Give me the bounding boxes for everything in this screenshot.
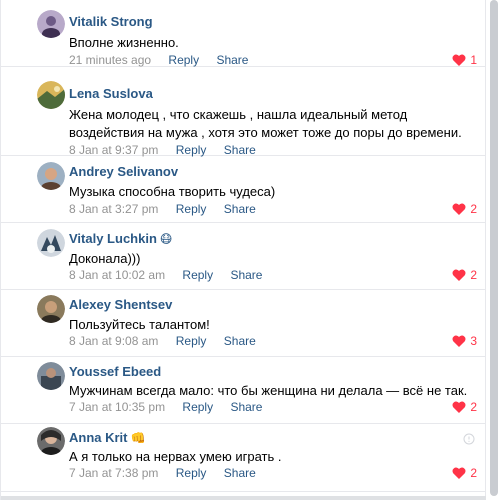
heart-icon <box>452 467 466 479</box>
like-button[interactable]: 1 <box>452 53 477 67</box>
mask-emoji: 😷 <box>159 232 173 246</box>
avatar[interactable] <box>37 10 65 38</box>
reply-button[interactable]: Reply <box>182 268 213 282</box>
comment-meta: 8 Jan at 10:02 am Reply Share <box>69 268 262 282</box>
heart-icon <box>452 335 466 347</box>
comment-item: Andrey Selivanov Музыка способна творить… <box>1 156 487 223</box>
comment-date[interactable]: 8 Jan at 3:27 pm <box>69 202 158 216</box>
scrollbar-thumb[interactable] <box>490 0 498 496</box>
comment-date[interactable]: 8 Jan at 9:08 am <box>69 334 158 348</box>
like-button[interactable]: 2 <box>452 202 477 216</box>
reply-button[interactable]: Reply <box>176 202 207 216</box>
reply-button[interactable]: Reply <box>176 466 207 480</box>
like-count: 3 <box>470 334 477 348</box>
comment-date[interactable]: 7 Jan at 10:35 pm <box>69 400 165 414</box>
comment-item: Anna Krit 👊 А я только на нервах умею игр… <box>1 424 487 492</box>
comment-date[interactable]: 7 Jan at 7:38 pm <box>69 466 158 480</box>
like-button[interactable]: 2 <box>452 400 477 414</box>
heart-icon <box>452 401 466 413</box>
share-button[interactable]: Share <box>230 400 262 414</box>
comment-author[interactable]: Vitaly Luchkin 😷 <box>69 231 172 246</box>
comment-text: Пользуйтесь талантом! <box>69 317 210 332</box>
share-button[interactable]: Share <box>224 143 256 157</box>
comment-date[interactable]: 8 Jan at 10:02 am <box>69 268 165 282</box>
comment-author[interactable]: Andrey Selivanov <box>69 164 178 179</box>
avatar[interactable] <box>37 81 65 109</box>
reply-button[interactable]: Reply <box>168 53 199 67</box>
avatar[interactable] <box>37 162 65 190</box>
like-button[interactable]: 3 <box>452 334 477 348</box>
like-count: 2 <box>470 268 477 282</box>
comment-item: Alexey Shentsev Пользуйтесь талантом! 8 … <box>1 290 487 357</box>
comments-panel: Vitalik Strong Вполне жизненно. 21 minut… <box>0 0 487 500</box>
reply-button[interactable]: Reply <box>182 400 213 414</box>
comment-item: Vitaly Luchkin 😷 Доконала))) 8 Jan at 10:… <box>1 223 487 290</box>
reply-button[interactable]: Reply <box>176 143 207 157</box>
share-button[interactable]: Share <box>230 268 262 282</box>
comment-text: Музыка способна творить чудеса) <box>69 184 276 199</box>
comment-meta: 7 Jan at 10:35 pm Reply Share <box>69 400 262 414</box>
comment-meta: 8 Jan at 9:37 pm Reply Share <box>69 143 256 157</box>
share-button[interactable]: Share <box>224 466 256 480</box>
like-count: 2 <box>470 400 477 414</box>
like-count: 2 <box>470 202 477 216</box>
avatar[interactable] <box>37 295 65 323</box>
like-count: 2 <box>470 466 477 480</box>
like-button[interactable]: 2 <box>452 466 477 480</box>
comment-meta: 21 minutes ago Reply Share <box>69 53 248 67</box>
comment-author[interactable]: Youssef Ebeed <box>69 364 161 379</box>
heart-icon <box>452 203 466 215</box>
share-button[interactable]: Share <box>224 334 256 348</box>
comment-date[interactable]: 21 minutes ago <box>69 53 151 67</box>
comment-text: Мужчинам всегда мало: что бы женщина ни … <box>69 383 468 398</box>
avatar[interactable] <box>37 362 65 390</box>
comment-author[interactable]: Vitalik Strong <box>69 14 153 29</box>
comment-item: Lena Suslova Жена молодец , что скажешь … <box>1 67 487 157</box>
comment-author[interactable]: Anna Krit 👊 <box>69 430 145 445</box>
like-count: 1 <box>470 53 477 67</box>
comment-author[interactable]: Lena Suslova <box>69 86 153 101</box>
comment-text: Доконала))) <box>69 251 141 266</box>
share-button[interactable]: Share <box>216 53 248 67</box>
comment-author[interactable]: Alexey Shentsev <box>69 297 172 312</box>
comment-meta: 8 Jan at 3:27 pm Reply Share <box>69 202 256 216</box>
comment-text: Жена молодец , что скажешь , нашла идеал… <box>69 107 462 140</box>
heart-icon <box>452 269 466 281</box>
avatar[interactable] <box>37 229 65 257</box>
share-button[interactable]: Share <box>224 202 256 216</box>
comment-text: А я только на нервах умею играть . <box>69 449 282 464</box>
like-button[interactable]: 2 <box>452 268 477 282</box>
comment-text: Вполне жизненно. <box>69 35 179 50</box>
scrollbar[interactable] <box>486 0 500 500</box>
comment-item: Vitalik Strong Вполне жизненно. 21 minut… <box>1 0 487 67</box>
comment-meta: 7 Jan at 7:38 pm Reply Share <box>69 466 256 480</box>
comment-meta: 8 Jan at 9:08 am Reply Share <box>69 334 256 348</box>
heart-icon <box>452 54 466 66</box>
comment-date[interactable]: 8 Jan at 9:37 pm <box>69 143 158 157</box>
avatar[interactable] <box>37 427 65 455</box>
fist-emoji: 👊 <box>130 431 146 445</box>
comment-item: Youssef Ebeed Мужчинам всегда мало: что … <box>1 357 487 424</box>
reply-button[interactable]: Reply <box>176 334 207 348</box>
bottom-divider <box>1 496 487 500</box>
more-options-icon[interactable] <box>463 432 475 450</box>
